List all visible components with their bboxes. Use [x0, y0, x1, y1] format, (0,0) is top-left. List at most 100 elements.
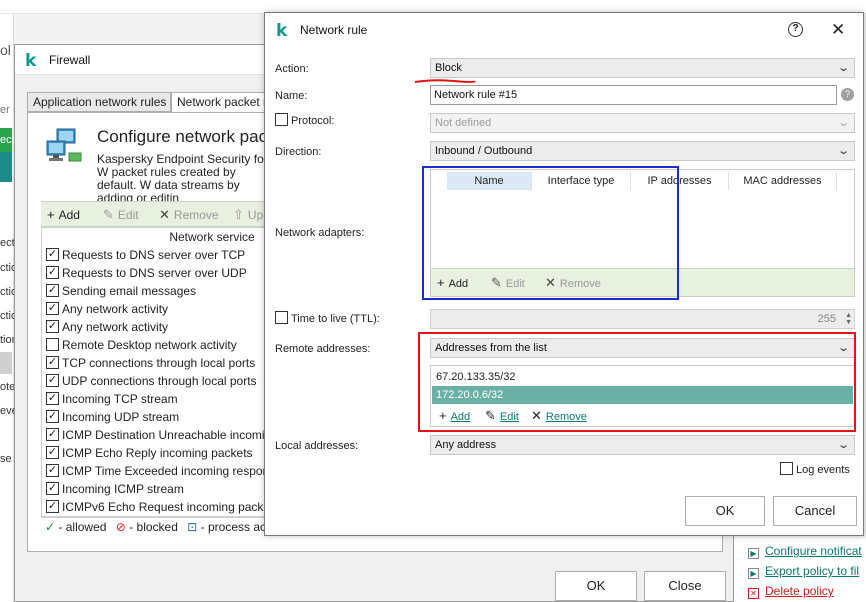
ttl-value: 255: [817, 313, 836, 325]
firewall-close-button[interactable]: Close: [644, 571, 726, 601]
rule-enabled-checkbox[interactable]: [46, 320, 59, 333]
rule-label: Any network activity: [62, 320, 169, 334]
table-row[interactable]: Sending email messages: [46, 284, 196, 302]
rules-legend: ✓ - allowed ⊘ - blocked ⊡ - process ac: [41, 517, 281, 535]
background-fragment: ect: [0, 237, 14, 249]
chevron-down-icon: ⌄: [836, 117, 850, 129]
configure-notifications-link[interactable]: ▶ Configure notificat: [748, 544, 862, 559]
table-row[interactable]: UDP connections through local ports: [46, 374, 257, 392]
rule-label: ICMP Destination Unreachable incoming: [62, 428, 278, 442]
table-row[interactable]: Incoming TCP stream: [46, 392, 178, 410]
table-row[interactable]: ICMP Time Exceeded incoming response: [46, 464, 280, 482]
table-row[interactable]: Remote Desktop network activity: [46, 338, 237, 356]
action-value: Block: [435, 62, 462, 74]
rule-enabled-checkbox[interactable]: [46, 446, 59, 459]
rule-enabled-checkbox[interactable]: [46, 356, 59, 369]
rule-enabled-checkbox[interactable]: [46, 500, 59, 513]
ttl-checkbox[interactable]: [275, 311, 288, 324]
rule-label: Incoming TCP stream: [62, 392, 178, 406]
table-row[interactable]: Incoming UDP stream: [46, 410, 179, 428]
table-row[interactable]: Any network activity: [46, 320, 168, 338]
rule-label: TCP connections through local ports: [62, 356, 256, 370]
dialog-cancel-button[interactable]: Cancel: [773, 496, 857, 526]
local-addresses-value: Any address: [435, 439, 497, 451]
close-icon[interactable]: ✕: [831, 20, 845, 40]
table-row[interactable]: ICMP Destination Unreachable incoming: [46, 428, 278, 446]
edit-rule-button[interactable]: ✎ Edit: [103, 207, 139, 223]
ttl-spinner[interactable]: 255 ▲ ▼: [430, 309, 855, 329]
rule-enabled-checkbox[interactable]: [46, 302, 59, 315]
rule-enabled-checkbox[interactable]: [46, 392, 59, 405]
rule-enabled-checkbox[interactable]: [46, 374, 59, 387]
background-fragment: se: [0, 453, 12, 465]
column-header-mac-addresses[interactable]: MAC addresses: [729, 172, 837, 190]
ttl-label: Time to live (TTL):: [291, 313, 380, 325]
action-select[interactable]: Block ⌄: [430, 58, 855, 78]
dialog-title: Network rule: [300, 23, 368, 37]
table-row[interactable]: ICMP Echo Reply incoming packets: [46, 446, 253, 464]
rule-label: Incoming ICMP stream: [62, 482, 184, 496]
protocol-checkbox-row[interactable]: Protocol:: [275, 113, 334, 127]
arrow-right-icon: ▶: [748, 548, 759, 559]
rule-enabled-checkbox[interactable]: [46, 464, 59, 477]
name-field[interactable]: Network rule #15: [430, 85, 837, 105]
firewall-title: Firewall: [49, 53, 91, 67]
annotation-red-underline: [414, 79, 476, 83]
remove-rule-button[interactable]: ✕ Remove: [159, 207, 219, 223]
ttl-checkbox-row[interactable]: Time to live (TTL):: [275, 311, 380, 325]
direction-select[interactable]: Inbound / Outbound ⌄: [430, 141, 855, 161]
help-icon[interactable]: ?: [788, 22, 803, 37]
rule-enabled-checkbox[interactable]: [46, 482, 59, 495]
column-header-network-service[interactable]: Network service: [42, 230, 280, 246]
background-fragment: eve: [0, 405, 14, 417]
name-label: Name:: [275, 90, 308, 102]
legend-allowed: - allowed: [58, 520, 107, 534]
delete-policy-link[interactable]: ✕ Delete policy: [748, 584, 834, 599]
spinner-arrows-icon[interactable]: ▲ ▼: [845, 312, 852, 326]
action-label: Action:: [275, 63, 309, 75]
blocked-icon: ⊘: [115, 520, 126, 534]
network-computers-icon: [46, 128, 82, 162]
table-row[interactable]: Any network activity: [46, 302, 168, 320]
protocol-select[interactable]: Not defined ⌄: [430, 113, 855, 133]
chevron-down-icon: ⌄: [836, 62, 850, 74]
info-icon[interactable]: ?: [841, 88, 854, 101]
table-row[interactable]: Requests to DNS server over UDP: [46, 266, 247, 284]
rule-enabled-checkbox[interactable]: [46, 248, 59, 261]
firewall-ok-button[interactable]: OK: [555, 571, 637, 601]
export-policy-link[interactable]: ▶ Export policy to fil: [748, 564, 859, 579]
table-row[interactable]: Requests to DNS server over TCP: [46, 248, 245, 266]
protocol-checkbox[interactable]: [275, 113, 288, 126]
tab-application-network-rules[interactable]: Application network rules: [27, 92, 171, 112]
kaspersky-logo-icon: k: [276, 21, 288, 41]
rule-label: ICMP Echo Reply incoming packets: [62, 446, 253, 460]
log-events-checkbox[interactable]: [780, 462, 793, 475]
background-fragment: ctio: [0, 286, 14, 298]
move-up-button[interactable]: ⇧ Up: [233, 207, 263, 223]
dialog-ok-button[interactable]: OK: [685, 496, 765, 526]
delete-icon: ✕: [748, 588, 759, 599]
rule-enabled-checkbox[interactable]: [46, 410, 59, 423]
background-fragment: ctio: [0, 262, 14, 274]
log-events-row[interactable]: Log events: [780, 462, 850, 476]
rules-list: Network service Requests to DNS server o…: [41, 227, 281, 517]
rule-enabled-checkbox[interactable]: [46, 428, 59, 441]
allowed-check-icon: ✓: [45, 520, 56, 534]
local-addresses-select[interactable]: Any address ⌄: [430, 435, 855, 455]
background-selected-item: [0, 352, 12, 374]
table-row[interactable]: Incoming ICMP stream: [46, 482, 184, 500]
local-addresses-label: Local addresses:: [275, 440, 359, 452]
add-rule-button[interactable]: + Add: [47, 207, 80, 222]
table-row[interactable]: ICMPv6 Echo Request incoming packets: [46, 500, 279, 516]
rule-label: Incoming UDP stream: [62, 410, 180, 424]
configure-description: Kaspersky Endpoint Security for W packet…: [97, 152, 268, 205]
rule-enabled-checkbox[interactable]: [46, 338, 59, 351]
rule-label: Any network activity: [62, 302, 169, 316]
rule-enabled-checkbox[interactable]: [46, 284, 59, 297]
protocol-value: Not defined: [435, 117, 492, 129]
table-row[interactable]: TCP connections through local ports: [46, 356, 255, 374]
tab-network-packet-rules[interactable]: Network packet r: [171, 92, 267, 113]
background-fragment: er: [0, 104, 10, 116]
rule-enabled-checkbox[interactable]: [46, 266, 59, 279]
rule-label: Sending email messages: [62, 284, 197, 298]
